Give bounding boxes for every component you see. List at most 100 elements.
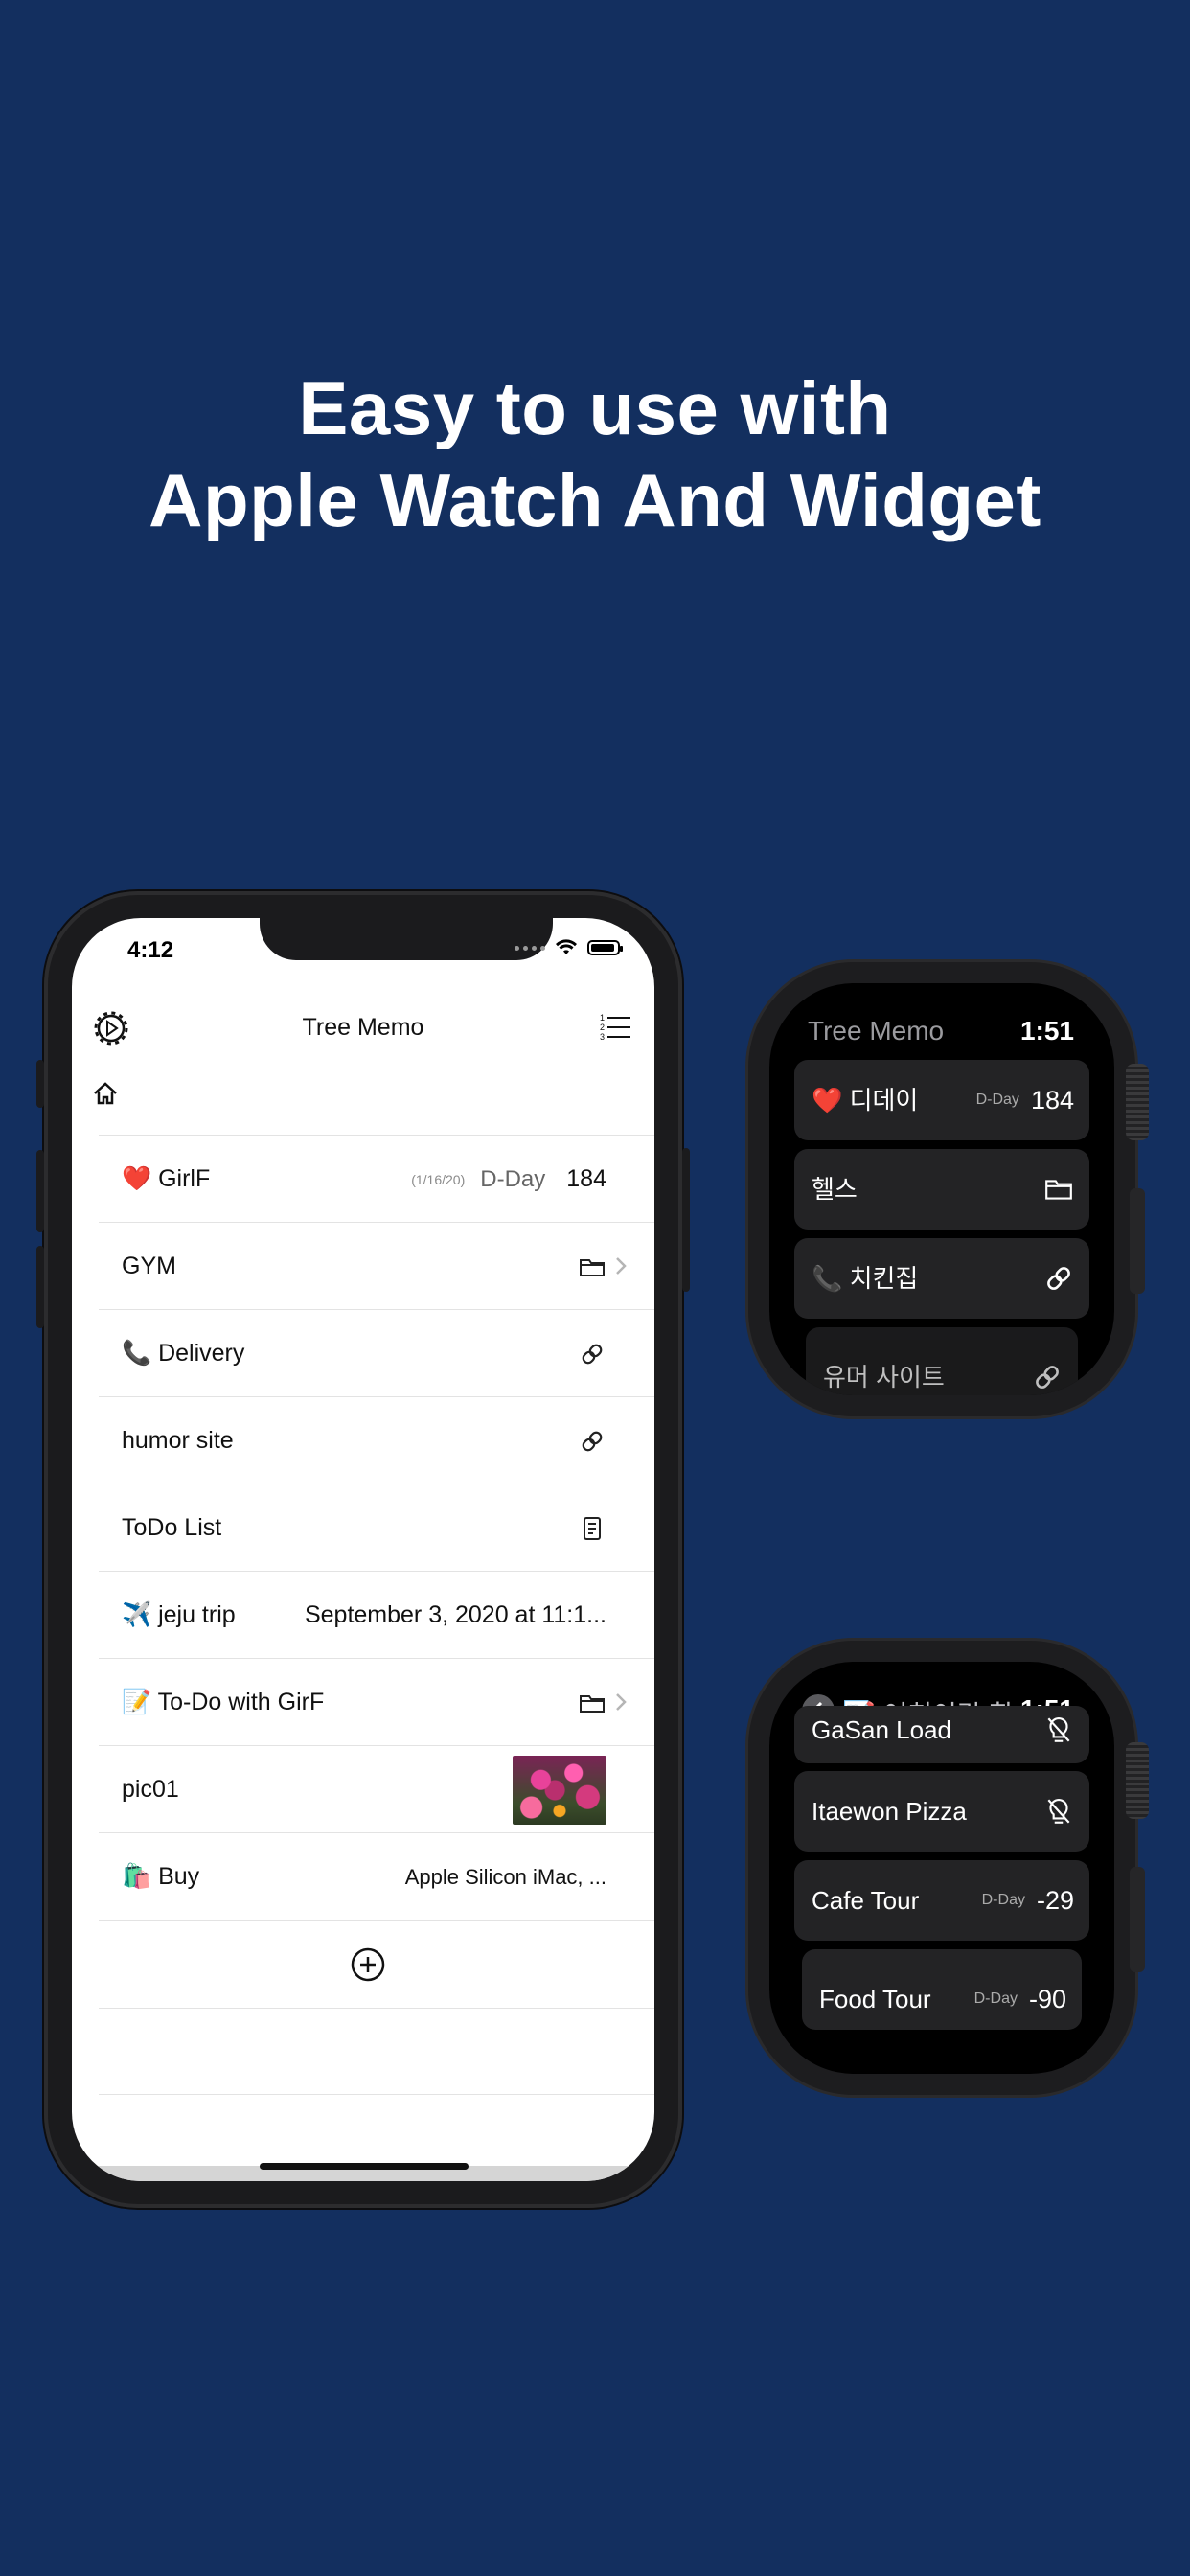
- dday-label: D-Day: [975, 1092, 1019, 1108]
- add-circle-icon[interactable]: [350, 1946, 386, 1983]
- notch: [260, 918, 553, 960]
- dday-value: -29: [1036, 1885, 1074, 1915]
- add-row: [99, 1920, 654, 2008]
- power-button: [682, 1148, 690, 1292]
- watch-time: 1:51: [1019, 1016, 1074, 1046]
- note-icon: [584, 1516, 601, 1540]
- digital-crown[interactable]: [1126, 1064, 1149, 1140]
- dday-label: D-Day: [480, 1165, 546, 1192]
- svg-text:2: 2: [600, 1023, 605, 1032]
- watch-screen: Tree Memo 1:51 ❤️ 디데이 D-Day 184 헬스 📞 치킨집: [769, 983, 1114, 1395]
- row-label: ToDo List: [122, 1514, 222, 1541]
- watch-list-item[interactable]: Food Tour D-Day -90: [802, 1949, 1082, 2030]
- dday-start-date: (1/16/20): [411, 1171, 466, 1187]
- volume-down-button: [36, 1246, 44, 1328]
- watch-accessory: [1043, 1238, 1074, 1319]
- dday-value: -90: [1028, 1984, 1066, 2013]
- watch-list-item[interactable]: ❤️ 디데이 D-Day 184: [794, 1060, 1089, 1140]
- nav-bar: Tree Memo 1 2 3: [72, 995, 654, 1062]
- list-item[interactable]: ToDo List: [99, 1484, 654, 1571]
- numbered-list-icon[interactable]: 1 2 3: [597, 1010, 633, 1046]
- row-label: GYM: [122, 1253, 176, 1279]
- row-accessory: [578, 1659, 606, 1746]
- watch-item-label: Cafe Tour: [812, 1886, 920, 1915]
- volume-up-button: [36, 1150, 44, 1232]
- dday-label: D-Day: [981, 1892, 1025, 1908]
- lightbulb-off-icon: [1047, 1716, 1070, 1742]
- watch-screen: 📝 여친이랑 할... 1:51 GaSan Load Itaewon Pizz…: [769, 1662, 1114, 2074]
- battery-icon: [587, 940, 623, 955]
- watch-accessory: [1043, 1771, 1074, 1852]
- dday-value: 184: [1030, 1085, 1074, 1115]
- list-item[interactable]: GYM: [99, 1222, 654, 1309]
- row-value: Apple Silicon iMac, ...: [404, 1864, 606, 1889]
- home-indicator[interactable]: [260, 2163, 469, 2170]
- watch-accessory: [1032, 1337, 1063, 1395]
- list-item[interactable]: 📞 Delivery: [99, 1309, 654, 1396]
- watch-list-item[interactable]: 📞 치킨집: [794, 1238, 1089, 1319]
- link-icon: [1036, 1366, 1059, 1389]
- watch-item-label: 헬스: [812, 1175, 858, 1204]
- phone-screen: 4:12 Tree Memo 1 2 3 ❤️ GirlF (1/16/20) …: [72, 918, 654, 2181]
- row-label: ✈️ jeju trip: [122, 1601, 236, 1628]
- row-label: pic01: [122, 1776, 179, 1803]
- svg-text:3: 3: [600, 1032, 605, 1042]
- home-icon[interactable]: [91, 1079, 120, 1108]
- dday-value: 184: [566, 1165, 606, 1192]
- chevron-right-icon: [616, 1693, 627, 1711]
- list-item[interactable]: humor site: [99, 1396, 654, 1484]
- watch-item-label: 유머 사이트: [823, 1363, 945, 1392]
- row-accessory: [513, 1746, 606, 1833]
- dday-info: (1/16/20) D-Day 184: [411, 1136, 606, 1223]
- nav-title: Tree Memo: [302, 1014, 424, 1041]
- folder-icon: [580, 1694, 605, 1713]
- digital-crown[interactable]: [1126, 1742, 1149, 1819]
- status-icons: [515, 939, 623, 956]
- chevron-right-icon: [616, 1257, 627, 1275]
- row-value: September 3, 2020 at 11:1...: [304, 1601, 606, 1628]
- watch-item-label: Itaewon Pizza: [812, 1797, 967, 1826]
- row-accessory: Apple Silicon iMac, ...: [405, 1833, 606, 1920]
- side-button[interactable]: [1130, 1867, 1145, 1972]
- list-item[interactable]: 🛍️ Buy Apple Silicon iMac, ...: [99, 1832, 654, 1920]
- watch-list-item[interactable]: Itaewon Pizza: [794, 1771, 1089, 1852]
- lightbulb-off-icon: [1047, 1798, 1070, 1824]
- row-accessory: [578, 1223, 606, 1310]
- photo-thumbnail: [513, 1755, 606, 1825]
- row-label: humor site: [122, 1427, 234, 1454]
- headline-line-1: Easy to use with: [298, 366, 892, 450]
- row-accessory: [578, 1397, 606, 1484]
- headline-line-2: Apple Watch And Widget: [149, 458, 1041, 542]
- side-button[interactable]: [1130, 1188, 1145, 1294]
- row-accessory: [578, 1310, 606, 1397]
- row-label: ❤️ GirlF: [122, 1165, 211, 1192]
- row-accessory: September 3, 2020 at 11:1...: [305, 1572, 606, 1659]
- watch-accessory: [1043, 1149, 1074, 1230]
- watch-list-item[interactable]: GaSan Load: [794, 1706, 1089, 1763]
- watch-list-item[interactable]: Cafe Tour D-Day -29: [794, 1860, 1089, 1941]
- signal-icon: [515, 945, 545, 951]
- apple-watch-2: 📝 여친이랑 할... 1:51 GaSan Load Itaewon Pizz…: [748, 1641, 1149, 2095]
- watch-list-item[interactable]: 헬스: [794, 1149, 1089, 1230]
- list-item[interactable]: ✈️ jeju trip September 3, 2020 at 11:1..…: [99, 1571, 654, 1658]
- watch-item-label: ❤️ 디데이: [812, 1086, 919, 1115]
- list-item[interactable]: ❤️ GirlF (1/16/20) D-Day 184: [99, 1135, 654, 1222]
- dday-label: D-Day: [973, 1990, 1018, 2007]
- row-label: 🛍️ Buy: [122, 1863, 200, 1890]
- watch-item-label: 📞 치킨집: [812, 1264, 919, 1293]
- row-label: 📝 To-Do with GirF: [122, 1689, 325, 1715]
- list-item[interactable]: pic01: [99, 1745, 654, 1832]
- svg-text:1: 1: [600, 1013, 605, 1023]
- link-icon: [582, 1344, 603, 1364]
- mute-switch: [36, 1060, 44, 1108]
- memo-list: ❤️ GirlF (1/16/20) D-Day 184 GYM 📞 Deliv…: [99, 1135, 654, 2095]
- watch-dday: D-Day 184: [976, 1060, 1074, 1140]
- status-time: 4:12: [127, 937, 174, 963]
- row-accessory: [578, 1484, 606, 1572]
- watch-accessory: [1043, 1706, 1074, 1754]
- watch-item-label: GaSan Load: [812, 1715, 952, 1744]
- watch-title: Tree Memo: [808, 1016, 945, 1046]
- watch-dday: D-Day -29: [982, 1860, 1074, 1941]
- watch-list-item[interactable]: 유머 사이트: [806, 1327, 1078, 1395]
- list-item[interactable]: 📝 To-Do with GirF: [99, 1658, 654, 1745]
